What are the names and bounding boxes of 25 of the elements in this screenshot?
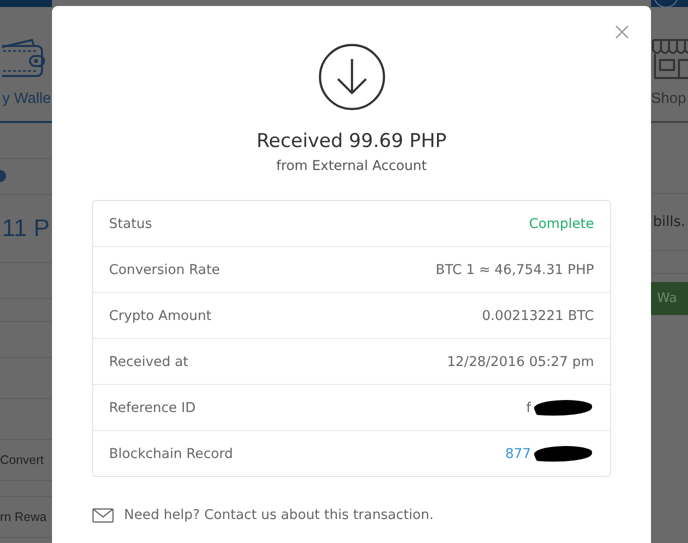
row-label: Reference ID <box>109 400 196 416</box>
envelope-icon <box>92 508 114 522</box>
modal-title: Received 99.69 PHP <box>256 130 447 152</box>
nav-label[interactable]: Shop <box>651 90 686 107</box>
record-link[interactable]: 877 <box>505 446 531 462</box>
row-label: Status <box>109 216 152 232</box>
help-icon[interactable] <box>0 170 8 182</box>
modal-subtitle: from External Account <box>276 158 427 174</box>
wallet-icon <box>2 36 46 78</box>
row-value: BTC 1 ≈ 46,754.31 PHP <box>436 262 594 278</box>
row-label: Conversion Rate <box>109 262 220 278</box>
row-label: Received at <box>109 354 188 370</box>
nav-label[interactable]: y Walle <box>2 90 51 107</box>
close-button[interactable] <box>615 25 629 39</box>
row-value: Complete <box>528 216 594 232</box>
top-bar <box>0 0 52 7</box>
row-value: f <box>526 400 531 416</box>
row-label: Blockchain Record <box>109 446 234 462</box>
notice-text: bills. <box>651 194 688 251</box>
action-button[interactable]: Wa <box>651 282 688 315</box>
row-value: 12/28/2016 05:27 pm <box>446 354 594 370</box>
row-value: 0.00213221 BTC <box>482 308 594 324</box>
help-link[interactable]: Need help? Contact us about this transaction. <box>124 507 434 523</box>
row-label: Crypto Amount <box>109 308 212 324</box>
shop-icon <box>651 36 688 80</box>
